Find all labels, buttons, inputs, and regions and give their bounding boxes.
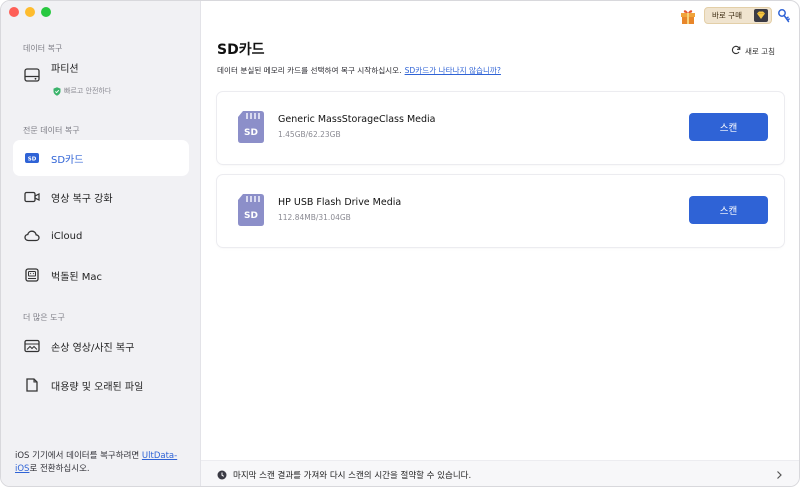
page-title: SD카드 xyxy=(217,42,265,58)
clock-icon xyxy=(217,470,227,480)
scan-button[interactable]: 스캔 xyxy=(689,113,768,141)
device-card[interactable]: SD HP USB Flash Drive Media 112.84MB/31.… xyxy=(217,175,784,247)
device-name: Generic MassStorageClass Media xyxy=(278,114,436,125)
close-window-button[interactable] xyxy=(9,7,19,17)
svg-text:SD: SD xyxy=(28,157,37,163)
buy-now-button[interactable]: 바로 구매 xyxy=(704,7,772,24)
device-size: 1.45GB/62.23GB xyxy=(278,130,341,139)
minimize-window-button[interactable] xyxy=(25,7,35,17)
window-controls xyxy=(9,7,51,17)
scan-button[interactable]: 스캔 xyxy=(689,196,768,224)
sidebar-item-crashed-mac[interactable]: 벅돌된 Mac xyxy=(13,257,189,293)
svg-text:SD: SD xyxy=(244,128,258,138)
cloud-icon xyxy=(23,227,41,245)
diamond-icon xyxy=(754,9,768,22)
gift-icon[interactable] xyxy=(679,7,697,25)
chevron-right-icon xyxy=(775,470,783,480)
sidebar-item-label: 영상 복구 강화 xyxy=(51,193,113,205)
sidebar-item-sd-card[interactable]: SD SD카드 xyxy=(13,140,189,176)
ultdata-ios-promo: iOS 기기에서 데이터를 복구하려면 UltData-iOS로 전환하십시오. xyxy=(15,451,178,474)
crashed-mac-icon xyxy=(23,266,41,284)
device-size: 112.84MB/31.04GB xyxy=(278,213,351,222)
sidebar-item-label: 벅돌된 Mac xyxy=(51,271,103,283)
page-description: 데이터 분실된 메모리 카드를 선택하여 복구 시작하십시오. SD카드가 나타나… xyxy=(217,66,501,75)
section-label-recovery: 데이터 복구 xyxy=(23,44,63,53)
sidebar-item-label: 파티션 xyxy=(51,63,79,75)
partition-subtitle: 빠르고 안전하다 xyxy=(53,86,111,96)
file-icon xyxy=(23,376,41,394)
shield-check-icon xyxy=(53,86,61,96)
load-last-scan-bar[interactable]: 마지막 스캔 결과를 가져와 다시 스캔의 시간을 절약할 수 있습니다. xyxy=(201,460,799,486)
refresh-icon xyxy=(731,45,741,57)
sidebar-item-label: SD카드 xyxy=(51,154,84,166)
sd-card-icon: SD xyxy=(237,110,267,144)
sd-card-not-shown-link[interactable]: SD카드가 나타나지 않습니까? xyxy=(405,66,501,75)
sd-card-icon: SD xyxy=(237,193,267,227)
section-label-more: 더 많은 도구 xyxy=(23,313,65,322)
device-card[interactable]: SD Generic MassStorageClass Media 1.45GB… xyxy=(217,92,784,164)
damaged-photo-icon xyxy=(23,337,41,355)
ultdata-ios-link[interactable]: UltData- xyxy=(142,451,177,461)
hard-drive-icon xyxy=(23,66,41,84)
section-label-pro: 전문 데이터 복구 xyxy=(23,126,80,135)
sidebar-item-label: iCloud xyxy=(51,230,83,242)
sidebar: 데이터 복구 파티션 빠르고 안전하다 전문 데이터 복구 SD SD카드 영상… xyxy=(1,1,201,486)
svg-text:SD: SD xyxy=(244,211,258,221)
zoom-window-button[interactable] xyxy=(41,7,51,17)
sidebar-item-video-repair[interactable]: 영상 복구 강화 xyxy=(13,179,189,215)
sidebar-item-icloud[interactable]: iCloud xyxy=(13,218,189,254)
ultdata-ios-link-cont[interactable]: iOS xyxy=(15,464,29,474)
app-window: 데이터 복구 파티션 빠르고 안전하다 전문 데이터 복구 SD SD카드 영상… xyxy=(0,0,800,487)
sd-card-icon: SD xyxy=(23,149,41,167)
device-name: HP USB Flash Drive Media xyxy=(278,197,402,208)
sidebar-item-large-files[interactable]: 대용량 및 오래된 파일 xyxy=(13,367,189,403)
refresh-button[interactable]: 새로 고침 xyxy=(731,45,775,57)
sidebar-item-label: 손상 영상/사진 복구 xyxy=(51,342,135,354)
key-icon[interactable] xyxy=(777,8,791,24)
sidebar-item-label: 대용량 및 오래된 파일 xyxy=(51,381,144,393)
sidebar-item-damaged-media[interactable]: 손상 영상/사진 복구 xyxy=(13,328,189,364)
video-camera-icon xyxy=(23,188,41,206)
